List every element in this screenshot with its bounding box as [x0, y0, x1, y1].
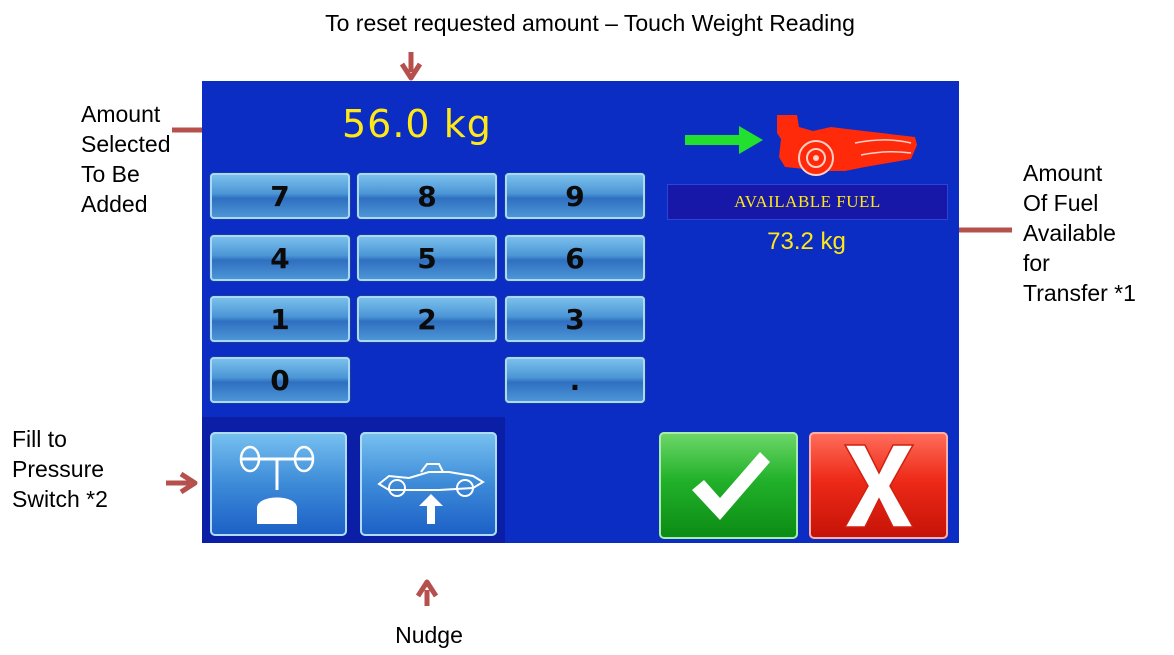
annotation-available-fuel: Amount Of Fuel Available for Transfer *1 [1023, 160, 1136, 306]
nudge-button[interactable] [360, 432, 497, 536]
annotation-fill-pressure: Fill to Pressure Switch *2 [12, 426, 108, 512]
annotation-nudge: Nudge [395, 622, 463, 648]
arrow-fill-pressure [166, 471, 198, 495]
key-decimal[interactable]: . [505, 357, 645, 403]
available-fuel-value: 73.2 kg [767, 228, 846, 255]
fill-to-pressure-button[interactable] [210, 432, 347, 536]
key-5[interactable]: 5 [357, 235, 497, 281]
arrow-nudge [415, 579, 439, 606]
key-7[interactable]: 7 [210, 173, 350, 219]
key-8[interactable]: 8 [357, 173, 497, 219]
confirm-button[interactable] [659, 432, 798, 539]
annotation-reset: To reset requested amount – Touch Weight… [325, 10, 855, 36]
amount-selected-readout[interactable]: 56.0 kg [342, 102, 492, 146]
key-4[interactable]: 4 [210, 235, 350, 281]
cancel-button[interactable] [809, 432, 948, 539]
key-2[interactable]: 2 [357, 296, 497, 342]
x-icon [843, 443, 914, 528]
pressure-switch-icon [239, 445, 314, 524]
race-car-icon [685, 115, 917, 176]
key-6[interactable]: 6 [505, 235, 645, 281]
checkmark-icon [691, 451, 770, 520]
available-fuel-label: AVAILABLE FUEL [667, 184, 948, 220]
car-shape [777, 115, 917, 176]
key-9[interactable]: 9 [505, 173, 645, 219]
fuel-direction-arrow [685, 126, 763, 154]
annotation-amount-selected: Amount Selected To Be Added [81, 101, 171, 217]
arrow-top [399, 52, 423, 81]
key-1[interactable]: 1 [210, 296, 350, 342]
key-0[interactable]: 0 [210, 357, 350, 403]
race-car-nudge-icon [376, 463, 485, 524]
key-3[interactable]: 3 [505, 296, 645, 342]
device-screen: 56.0 kg AVAILABLE FUEL 73.2 kg 7 8 9 4 5… [202, 81, 959, 543]
